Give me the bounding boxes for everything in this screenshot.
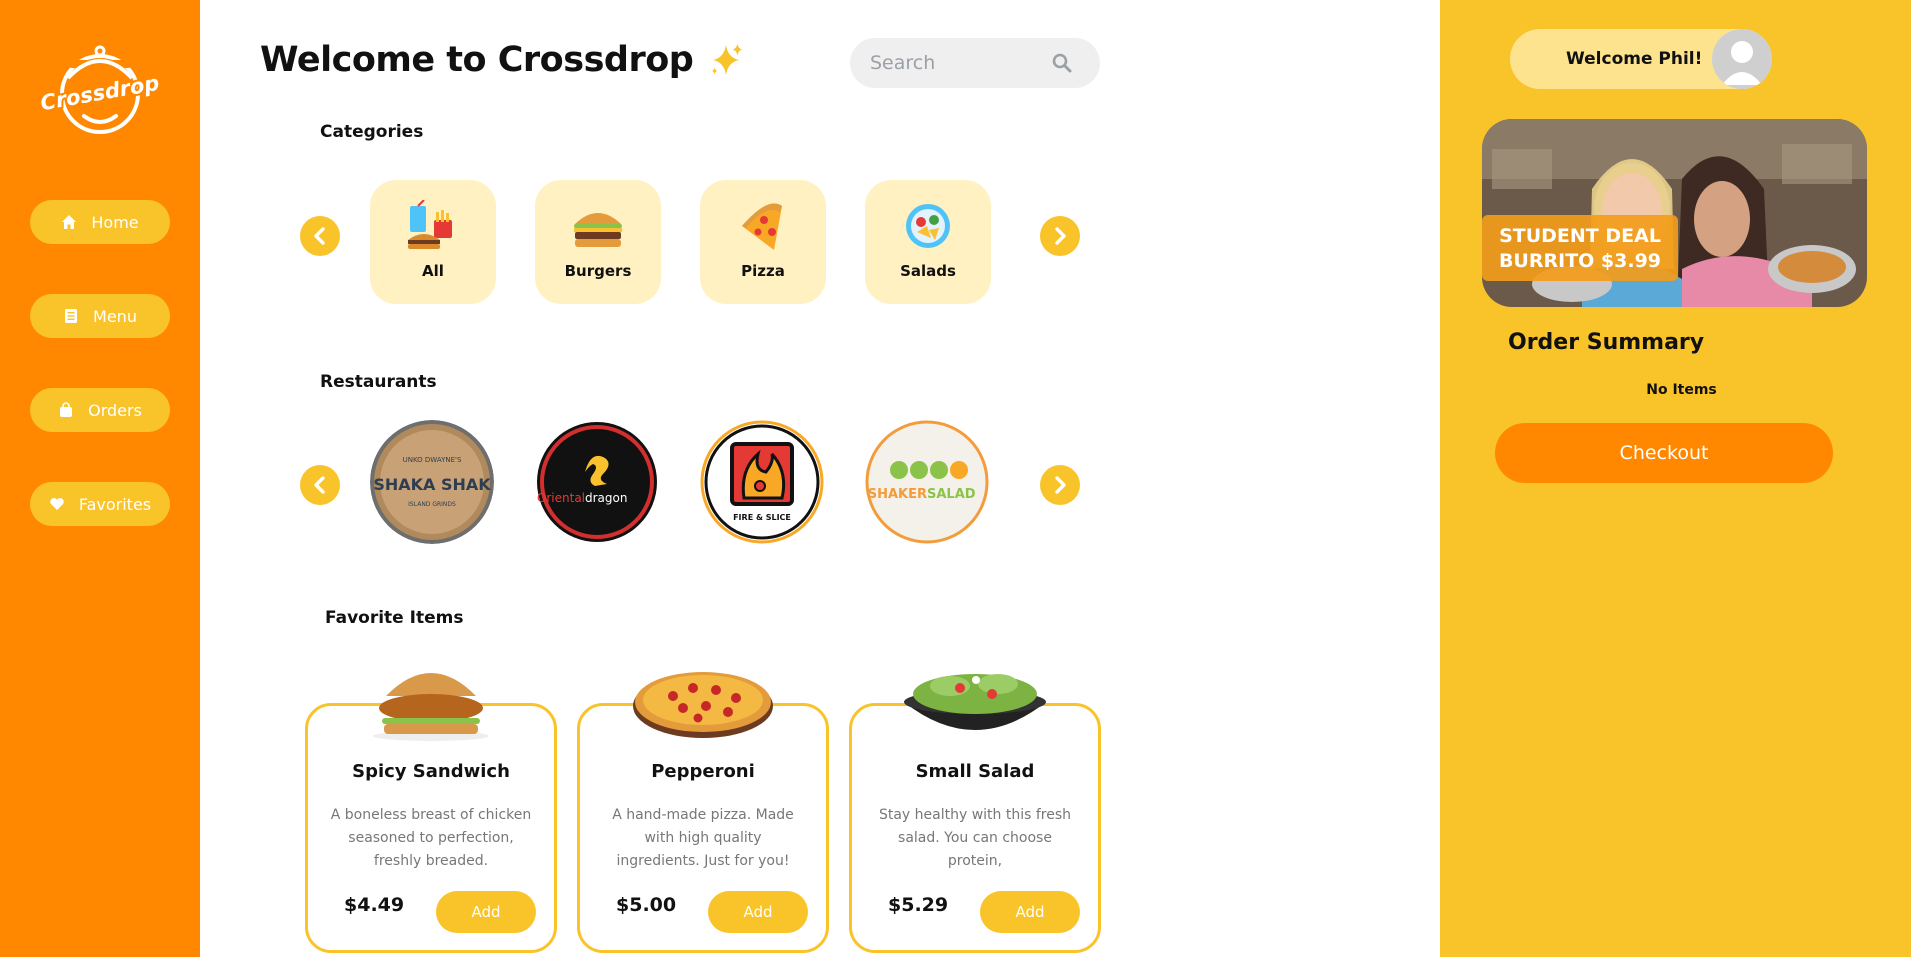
salad-icon bbox=[906, 204, 950, 248]
avatar[interactable] bbox=[1712, 29, 1772, 89]
pepperoni-pizza-image bbox=[633, 672, 773, 738]
search-input[interactable] bbox=[870, 52, 1040, 74]
order-status: No Items bbox=[1646, 382, 1717, 398]
svg-text:dragon: dragon bbox=[585, 491, 627, 505]
restaurant-shaka-shak[interactable]: UNKO DWAYNE'S SHAKA SHAK ISLAND GRINDS bbox=[370, 420, 494, 544]
chevron-left-icon bbox=[314, 227, 325, 245]
order-summary-title: Order Summary bbox=[1508, 330, 1705, 355]
category-label: All bbox=[422, 262, 444, 280]
promo-line2: BURRITO $3.99 bbox=[1499, 250, 1661, 272]
add-button[interactable]: Add bbox=[436, 891, 536, 933]
pizza-icon bbox=[742, 203, 782, 250]
sidebar-item-label: Home bbox=[91, 212, 139, 232]
food-price: $4.49 bbox=[344, 894, 405, 916]
category-salads[interactable]: Salads bbox=[865, 180, 991, 304]
restaurants-prev-button[interactable] bbox=[300, 465, 340, 505]
promo-line1: STUDENT DEAL bbox=[1499, 225, 1661, 247]
food-price: $5.00 bbox=[616, 894, 677, 916]
fire-and-slice-logo: FIRE & SLICE bbox=[700, 420, 824, 544]
user-icon bbox=[1712, 29, 1772, 89]
category-label: Pizza bbox=[741, 262, 785, 280]
chevron-left-icon bbox=[314, 476, 325, 494]
sidebar-item-label: Favorites bbox=[78, 494, 152, 514]
food-name: Pepperoni bbox=[651, 761, 755, 782]
category-all[interactable]: All bbox=[370, 180, 496, 304]
categories-prev-button[interactable] bbox=[300, 216, 340, 256]
add-button[interactable]: Add bbox=[980, 891, 1080, 933]
food-name: Spicy Sandwich bbox=[352, 761, 510, 782]
svg-text:ISLAND GRINDS: ISLAND GRINDS bbox=[408, 501, 456, 508]
sidebar-item-menu[interactable]: Menu bbox=[30, 294, 170, 338]
food-description: Stay healthy with this fresh salad. You … bbox=[878, 807, 1072, 869]
welcome-text: Welcome Phil! bbox=[1566, 49, 1703, 69]
search-icon[interactable] bbox=[1052, 53, 1072, 73]
menu-icon bbox=[65, 309, 78, 323]
page-title-container: Welcome to Crossdrop bbox=[260, 40, 745, 80]
sidebar-item-orders[interactable]: Orders bbox=[30, 388, 170, 432]
search-bar bbox=[850, 38, 1100, 88]
svg-text:SHAKA SHAK: SHAKA SHAK bbox=[373, 475, 491, 494]
spicy-sandwich-image bbox=[373, 673, 489, 741]
favorites-heading: Favorite Items bbox=[325, 608, 464, 628]
svg-text:SHAKER: SHAKER bbox=[868, 487, 927, 502]
burger-icon bbox=[574, 213, 622, 247]
checkout-button[interactable]: Checkout bbox=[1495, 423, 1833, 483]
restaurants-heading: Restaurants bbox=[320, 372, 437, 392]
food-name: Small Salad bbox=[915, 761, 1035, 782]
sidebar: Crossdrop Home Menu Orders Favorites bbox=[0, 0, 200, 957]
sidebar-item-favorites[interactable]: Favorites bbox=[30, 482, 170, 526]
chevron-right-icon bbox=[1055, 227, 1066, 245]
food-description: A hand-made pizza. Made with high qualit… bbox=[612, 807, 794, 869]
food-description: A boneless breast of chicken seasoned to… bbox=[330, 807, 532, 869]
combo-meal-icon bbox=[408, 200, 452, 249]
category-label: Salads bbox=[900, 262, 956, 280]
page-title: Welcome to Crossdrop bbox=[260, 40, 694, 80]
restaurant-fire-and-slice[interactable]: FIRE & SLICE bbox=[700, 420, 824, 544]
svg-text:Oriental: Oriental bbox=[537, 491, 585, 505]
svg-text:FIRE & SLICE: FIRE & SLICE bbox=[733, 513, 791, 522]
sparkle-icon bbox=[712, 43, 743, 76]
svg-text:SALAD: SALAD bbox=[927, 487, 976, 502]
restaurant-shaker-salad[interactable]: SHAKER SALAD bbox=[865, 420, 989, 544]
shaka-shak-logo: UNKO DWAYNE'S SHAKA SHAK ISLAND GRINDS bbox=[370, 420, 494, 544]
add-button[interactable]: Add bbox=[708, 891, 808, 933]
sidebar-item-home[interactable]: Home bbox=[30, 200, 170, 244]
svg-text:UNKO DWAYNE'S: UNKO DWAYNE'S bbox=[403, 456, 462, 464]
category-burgers[interactable]: Burgers bbox=[535, 180, 661, 304]
category-pizza[interactable]: Pizza bbox=[700, 180, 826, 304]
restaurants-next-button[interactable] bbox=[1040, 465, 1080, 505]
right-panel: Welcome Phil! STUDENT DEAL BURRITO $3.99… bbox=[1440, 0, 1911, 957]
chevron-right-icon bbox=[1055, 476, 1066, 494]
shaker-salad-logo: SHAKER SALAD bbox=[865, 420, 989, 544]
sidebar-item-label: Orders bbox=[88, 400, 142, 420]
small-salad-image bbox=[904, 674, 1046, 730]
restaurant-oriental-dragon[interactable]: Oriental dragon bbox=[535, 420, 659, 544]
heart-icon bbox=[50, 498, 64, 510]
crossdrop-logo[interactable]: Crossdrop bbox=[38, 42, 162, 134]
logo-text: Crossdrop bbox=[39, 71, 161, 115]
category-label: Burgers bbox=[564, 262, 632, 280]
sidebar-item-label: Menu bbox=[93, 306, 137, 326]
bag-icon bbox=[60, 402, 73, 417]
promo-banner[interactable]: STUDENT DEAL BURRITO $3.99 bbox=[1482, 119, 1867, 307]
categories-heading: Categories bbox=[320, 122, 424, 142]
categories-next-button[interactable] bbox=[1040, 216, 1080, 256]
home-icon bbox=[62, 215, 77, 229]
oriental-dragon-logo: Oriental dragon bbox=[537, 422, 657, 542]
promo-image: STUDENT DEAL BURRITO $3.99 bbox=[1482, 119, 1867, 307]
food-price: $5.29 bbox=[888, 894, 949, 916]
